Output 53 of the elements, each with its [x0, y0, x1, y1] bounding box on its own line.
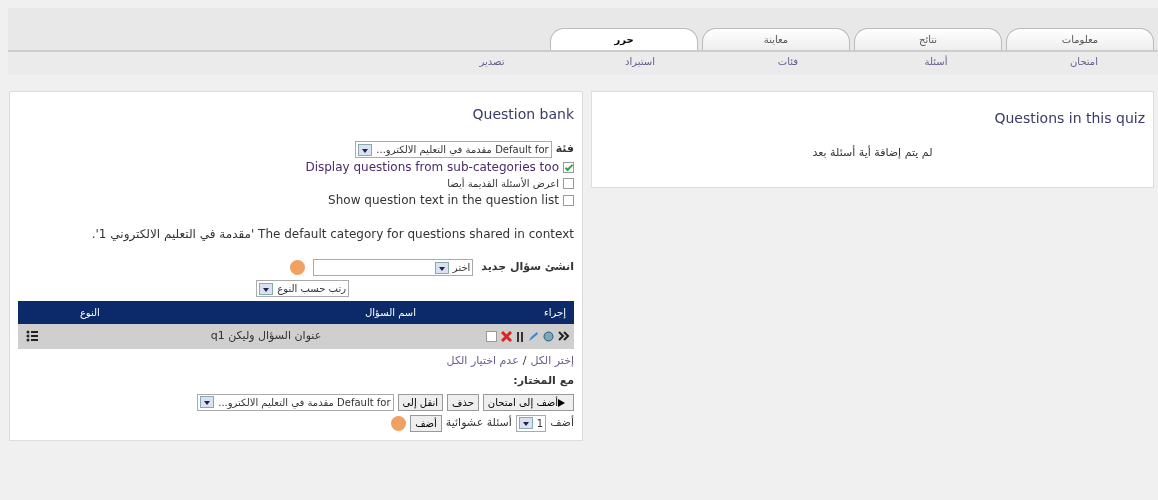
subtab[interactable]: أسئلة [862, 54, 1010, 69]
column-header: النوع [18, 301, 108, 324]
subtab[interactable]: استيراد [566, 54, 714, 69]
count-select[interactable]: 1 [515, 414, 547, 432]
list-icon [26, 329, 38, 342]
tab[interactable]: معلومات [1006, 28, 1154, 50]
option-row[interactable]: Show question text in the question list [18, 191, 574, 209]
checkbox[interactable] [563, 178, 574, 189]
option-row[interactable]: Display questions from sub-categories too [18, 158, 574, 176]
column-header: اسم السؤال [107, 301, 424, 324]
with-selected-label: مع المختار: [512, 373, 574, 389]
help-icon[interactable] [290, 260, 306, 275]
question-type-select[interactable]: اختر [313, 259, 474, 276]
option-label: Show question text in the question list [328, 192, 559, 209]
dropdown-icon [434, 261, 449, 274]
field-label: فئة [555, 141, 574, 158]
checkbox[interactable] [486, 330, 497, 342]
dropdown-icon [259, 282, 274, 295]
field-label: انشئ سؤال جديد [481, 259, 574, 276]
tab[interactable]: حرر [550, 28, 698, 50]
option-label: اعرض الأسئلة القديمة أيضا [447, 176, 559, 191]
dropdown-icon [358, 143, 373, 156]
category-info: The default category for questions shared in context 'مقدمة في التعليم الالكتروني 1'. [90, 226, 574, 243]
help-icon[interactable] [391, 415, 407, 431]
field-label: أضف [550, 414, 574, 431]
question-name: عنوان السؤال وليكن q1 [210, 329, 322, 342]
dropdown-icon [518, 417, 533, 429]
subtab[interactable]: فئات [714, 54, 862, 69]
action-button[interactable]: انقل إلى [397, 393, 444, 411]
subtab[interactable]: تصدير [418, 54, 566, 69]
option-label: Display questions from sub-categories too [305, 159, 559, 176]
action-button[interactable]: حذف [447, 393, 479, 411]
deselect-all-link[interactable]: عدم اختيار الكل [446, 352, 519, 369]
option-row[interactable]: اعرض الأسئلة القديمة أيضا [18, 176, 574, 191]
tab[interactable]: معاينة [702, 28, 850, 50]
checkbox[interactable] [563, 161, 574, 173]
select-all-link[interactable]: إختر الكل [530, 352, 574, 369]
category-select[interactable]: Default for مقدمة في التعليم الالكترو... [355, 141, 552, 158]
empty-message: لم يتم إضافة أية أسئلة بعد [812, 146, 933, 159]
checkbox[interactable] [563, 194, 574, 206]
add-to-quiz-button[interactable]: أضف إلى امتحان [482, 393, 574, 411]
subtab[interactable]: امتحان [1010, 54, 1158, 69]
column-header: إجراء [424, 301, 574, 324]
add-button[interactable]: أضف [410, 414, 442, 432]
sort-select[interactable]: رتب حسب النوع [256, 280, 349, 297]
panel-title: Questions in this quiz [993, 109, 1145, 128]
tab[interactable]: نتائج [854, 28, 1002, 50]
category-select[interactable]: Default for مقدمة في التعليم الالكترو... [197, 393, 394, 411]
play-icon [558, 396, 565, 408]
dropdown-icon [200, 396, 215, 408]
panel-title: Question bank [471, 105, 574, 124]
separator: / [522, 352, 527, 369]
field-label: أسئلة عشوائية [445, 414, 512, 431]
